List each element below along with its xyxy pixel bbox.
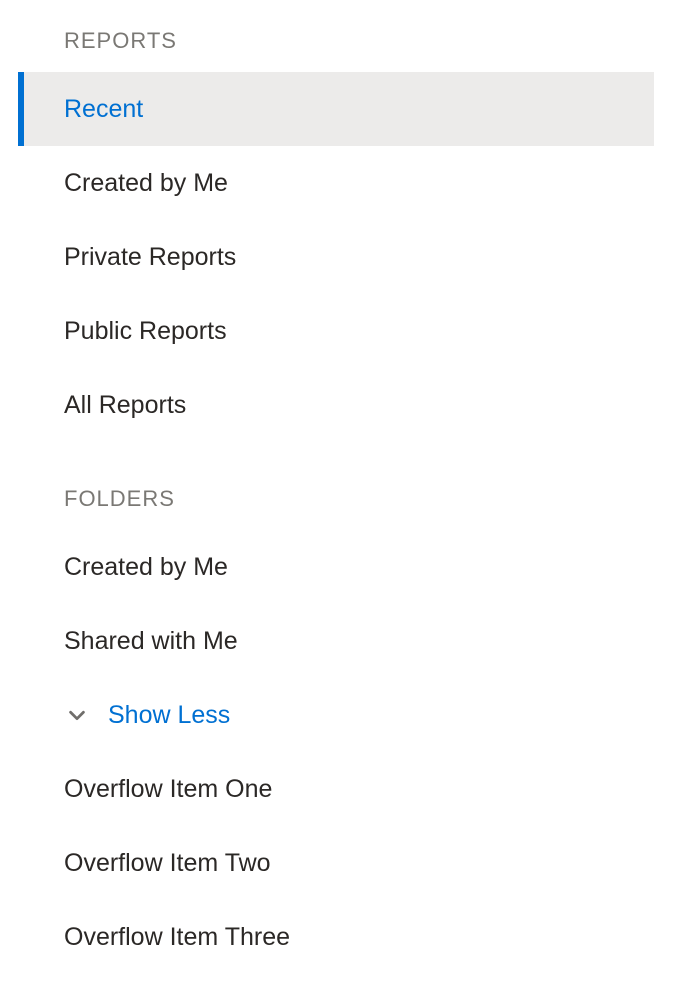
chevron-down-icon (64, 702, 90, 728)
nav-item-folders-shared-with-me[interactable]: Shared with Me (18, 604, 654, 678)
nav-item-private-reports[interactable]: Private Reports (18, 220, 654, 294)
nav-item-folders-created-by-me[interactable]: Created by Me (18, 530, 654, 604)
nav-item-recent[interactable]: Recent (18, 72, 654, 146)
nav-item-all-reports[interactable]: All Reports (18, 368, 654, 442)
nav-item-label: Shared with Me (64, 627, 238, 656)
overflow-toggle-label: Show Less (108, 701, 230, 730)
overflow-toggle-show-less[interactable]: Show Less (18, 678, 654, 752)
nav-item-public-reports[interactable]: Public Reports (18, 294, 654, 368)
nav-item-overflow-one[interactable]: Overflow Item One (18, 752, 654, 826)
nav-item-label: Overflow Item One (64, 775, 272, 804)
vertical-navigation: REPORTS Recent Created by Me Private Rep… (0, 0, 688, 974)
nav-item-label: Created by Me (64, 553, 228, 582)
nav-item-label: All Reports (64, 391, 186, 420)
nav-item-label: Public Reports (64, 317, 227, 346)
section-header-reports: REPORTS (18, 28, 654, 72)
nav-item-created-by-me[interactable]: Created by Me (18, 146, 654, 220)
nav-item-overflow-two[interactable]: Overflow Item Two (18, 826, 654, 900)
nav-item-label: Overflow Item Three (64, 923, 290, 952)
nav-item-label: Recent (64, 95, 143, 124)
section-header-folders: FOLDERS (18, 442, 654, 530)
nav-item-overflow-three[interactable]: Overflow Item Three (18, 900, 654, 974)
nav-item-label: Private Reports (64, 243, 236, 272)
nav-item-label: Overflow Item Two (64, 849, 271, 878)
section-header-label: REPORTS (64, 28, 177, 53)
section-header-label: FOLDERS (64, 486, 175, 511)
nav-item-label: Created by Me (64, 169, 228, 198)
